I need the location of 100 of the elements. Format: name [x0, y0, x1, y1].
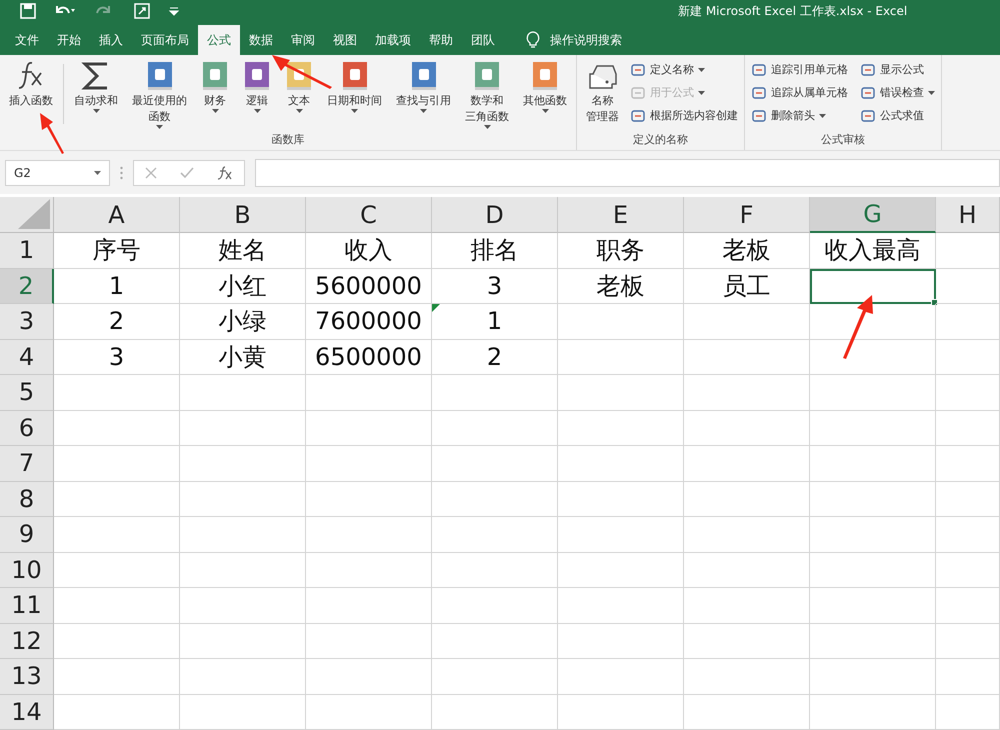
- table-cell: 员工: [684, 268, 810, 304]
- check-icon[interactable]: [180, 166, 194, 178]
- row-header[interactable]: 4: [0, 340, 54, 375]
- ribbon-button[interactable]: 追踪引用单元格: [747, 58, 852, 81]
- column-header[interactable]: G: [810, 197, 936, 233]
- table-cell: [936, 694, 1000, 730]
- table-cell: [936, 340, 1000, 375]
- group-label: 函数库: [270, 132, 306, 148]
- row-header[interactable]: 11: [0, 588, 54, 624]
- table-cell: [936, 410, 1000, 446]
- ribbon-button[interactable]: 自动求和: [67, 58, 125, 115]
- row-header[interactable]: 3: [0, 304, 54, 340]
- column-header[interactable]: C: [306, 197, 432, 233]
- ribbon-button[interactable]: 根据所选内容创建: [626, 104, 742, 127]
- book-icon: [410, 60, 438, 92]
- caret-icon: [542, 109, 548, 113]
- ribbon-button[interactable]: 财务: [194, 58, 236, 115]
- table-cell: [936, 517, 1000, 552]
- button-label: 管理器: [586, 109, 619, 124]
- table-cell: 序号: [54, 233, 180, 268]
- column-header[interactable]: H: [936, 197, 1000, 233]
- ribbon-tab[interactable]: 数据: [240, 25, 282, 55]
- ribbon-tab[interactable]: 帮助: [420, 25, 462, 55]
- save-icon[interactable]: [20, 3, 36, 19]
- caret-icon: [254, 109, 260, 113]
- book-icon: [243, 60, 271, 92]
- row-header[interactable]: 13: [0, 659, 54, 694]
- table-cell: 小红: [180, 268, 306, 304]
- ribbon-button[interactable]: 删除箭头: [747, 104, 852, 127]
- ribbon-button[interactable]: 定义名称: [626, 58, 742, 81]
- row-header[interactable]: 8: [0, 482, 54, 517]
- command-icon: [751, 62, 767, 78]
- row-header[interactable]: 14: [0, 694, 54, 730]
- customize-icon[interactable]: [168, 5, 180, 17]
- insert-function-icon[interactable]: [216, 166, 233, 180]
- table-cell: [936, 552, 1000, 588]
- ribbon-button[interactable]: 数学和 三角函数: [458, 58, 516, 131]
- lightbulb-icon: [526, 31, 540, 49]
- ribbon-button[interactable]: 插入函数: [2, 58, 60, 110]
- caret-icon: [698, 68, 705, 72]
- row-header[interactable]: 6: [0, 410, 54, 446]
- table-cell: [936, 446, 1000, 482]
- ribbon-button[interactable]: 查找与引用: [389, 58, 458, 115]
- ribbon-tab[interactable]: 审阅: [282, 25, 324, 55]
- ribbon-button[interactable]: 日期和时间: [320, 58, 389, 115]
- tell-me-search[interactable]: 操作说明搜索: [520, 25, 628, 55]
- row-header[interactable]: 2: [0, 268, 54, 304]
- ribbon-tab[interactable]: 文件: [6, 25, 48, 55]
- grip-icon: [120, 166, 123, 180]
- button-label: 数学和: [470, 93, 504, 108]
- table-cell: [936, 233, 1000, 268]
- ribbon-tab[interactable]: 加载项: [366, 25, 420, 55]
- row-header[interactable]: 10: [0, 552, 54, 588]
- table-cell: 7600000: [306, 304, 432, 340]
- ribbon-button[interactable]: 公式求值: [856, 104, 939, 127]
- book-icon: [201, 60, 229, 92]
- ribbon-button[interactable]: 其他函数: [516, 58, 574, 115]
- ribbon-tab[interactable]: 公式: [198, 25, 240, 55]
- column-header[interactable]: A: [54, 197, 180, 233]
- ribbon-button[interactable]: 错误检查: [856, 81, 939, 104]
- table-cell: 5600000: [306, 268, 432, 304]
- ribbon-button[interactable]: 逻辑: [236, 58, 278, 115]
- table-cell: 收入: [306, 233, 432, 268]
- group-label: 定义的名称: [632, 132, 689, 148]
- button-label: 文本: [288, 93, 310, 108]
- button-label: 函数: [148, 109, 170, 124]
- name-box[interactable]: G2: [5, 160, 110, 186]
- touch-mode-icon[interactable]: [134, 3, 150, 19]
- row-header[interactable]: 12: [0, 624, 54, 659]
- ribbon-button[interactable]: 最近使用的 函数: [125, 58, 194, 131]
- column-header[interactable]: D: [432, 197, 558, 233]
- column-header[interactable]: E: [558, 197, 684, 233]
- table-cell: [936, 268, 1000, 304]
- button-label: 三角函数: [465, 109, 509, 124]
- ribbon-tab[interactable]: 页面布局: [132, 25, 198, 55]
- row-header[interactable]: 1: [0, 233, 54, 268]
- button-label: 逻辑: [246, 93, 268, 108]
- ribbon-tab[interactable]: 开始: [48, 25, 90, 55]
- ribbon-tab[interactable]: 插入: [90, 25, 132, 55]
- table-cell: 老板: [684, 233, 810, 268]
- column-header[interactable]: F: [684, 197, 810, 233]
- book-icon: [146, 60, 174, 92]
- formula-input[interactable]: [255, 158, 1000, 186]
- ribbon-button[interactable]: 名称 管理器: [579, 58, 626, 126]
- caret-icon: [484, 125, 490, 129]
- ribbon-tab[interactable]: 团队: [462, 25, 504, 55]
- row-header[interactable]: 9: [0, 517, 54, 552]
- column-header[interactable]: B: [180, 197, 306, 233]
- ribbon-button[interactable]: 显示公式: [856, 58, 939, 81]
- ribbon-tab[interactable]: 视图: [324, 25, 366, 55]
- ribbon-button[interactable]: 追踪从属单元格: [747, 81, 852, 104]
- row-header[interactable]: 5: [0, 375, 54, 410]
- button-label: 日期和时间: [327, 93, 382, 108]
- command-icon: [630, 62, 646, 78]
- table-cell: [936, 482, 1000, 517]
- command-icon: [630, 108, 646, 124]
- caret-icon: [819, 114, 826, 118]
- window-title: 新建 Microsoft Excel 工作表.xlsx - Excel: [678, 2, 908, 20]
- command-icon: [630, 84, 646, 100]
- row-header[interactable]: 7: [0, 446, 54, 482]
